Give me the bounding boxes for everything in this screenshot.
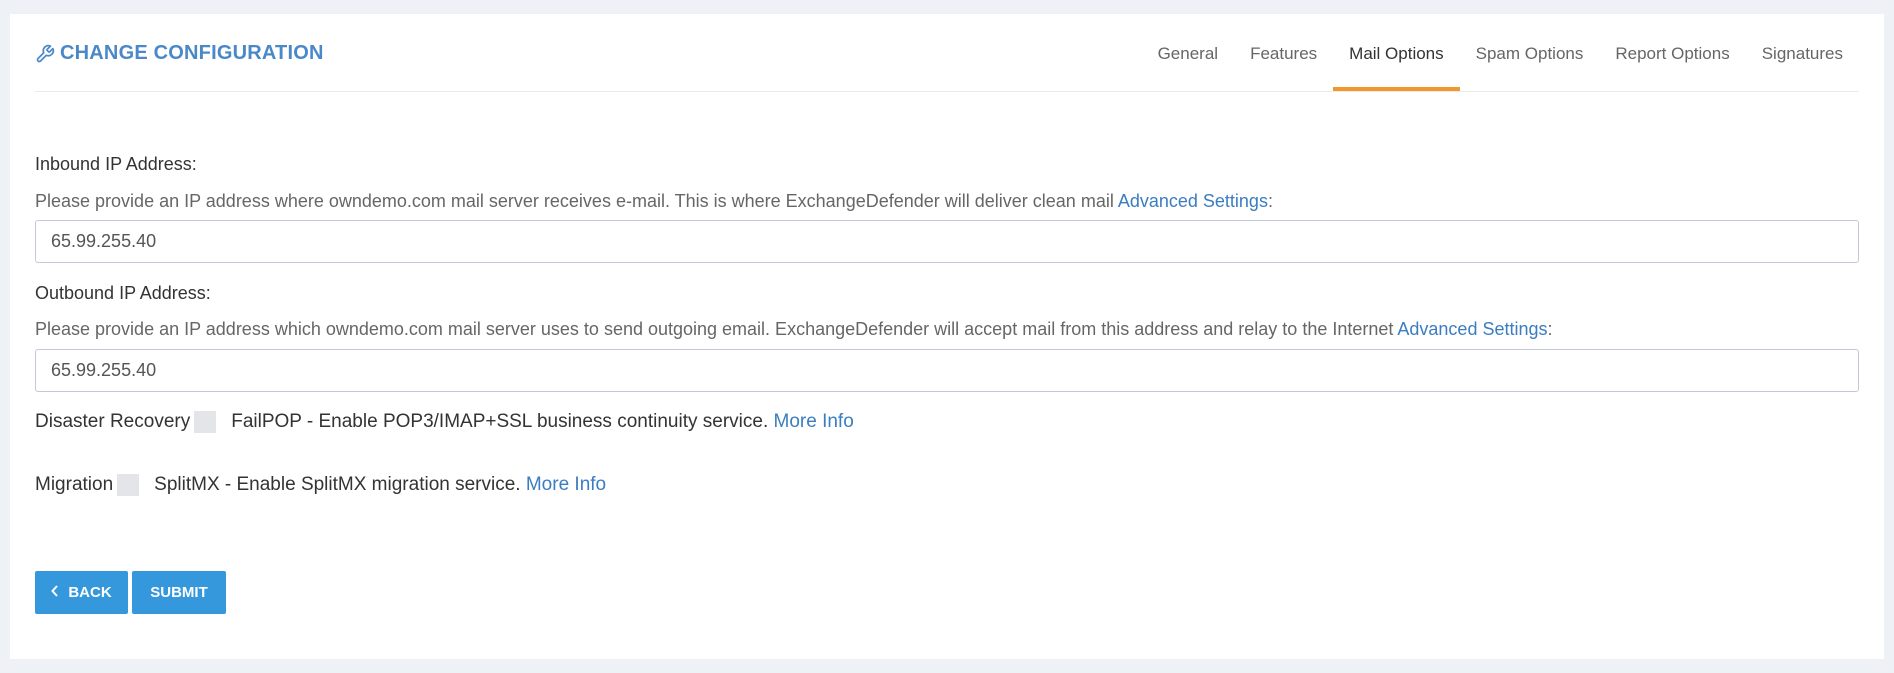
outbound-ip-help-text: Please provide an IP address which ownde… <box>35 319 1398 339</box>
back-button-label: BACK <box>68 584 112 601</box>
tab-mail-options[interactable]: Mail Options <box>1333 14 1460 91</box>
outbound-ip-label: Outbound IP Address: <box>35 283 211 303</box>
tab-report-options[interactable]: Report Options <box>1599 14 1745 91</box>
migration-row: Migration SplitMX - Enable SplitMX migra… <box>35 474 606 496</box>
disaster-recovery-description: FailPOP - Enable POP3/IMAP+SSL business … <box>231 411 769 432</box>
inbound-ip-help-text: Please provide an IP address where ownde… <box>35 191 1118 211</box>
tab-signatures[interactable]: Signatures <box>1746 14 1859 91</box>
tab-spam-options[interactable]: Spam Options <box>1460 14 1600 91</box>
disaster-recovery-label: Disaster Recovery <box>35 411 191 432</box>
disaster-recovery-more-info-link[interactable]: More Info <box>774 411 854 433</box>
submit-button-label: SUBMIT <box>150 584 208 601</box>
tab-features[interactable]: Features <box>1234 14 1333 91</box>
wrench-icon <box>36 44 55 62</box>
inbound-help-suffix: : <box>1267 191 1273 211</box>
outbound-advanced-settings-link[interactable]: Advanced Settings <box>1397 319 1547 339</box>
tab-bar: General Features Mail Options Spam Optio… <box>1142 14 1859 91</box>
inbound-advanced-settings-link[interactable]: Advanced Settings <box>1118 191 1268 211</box>
migration-label: Migration <box>35 474 114 495</box>
submit-button[interactable]: SUBMIT <box>132 571 226 614</box>
page-title-text: CHANGE CONFIGURATION <box>60 42 324 64</box>
migration-checkbox[interactable] <box>117 474 140 496</box>
inbound-ip-input[interactable] <box>35 220 1859 263</box>
outbound-help-suffix: : <box>1547 319 1553 339</box>
outbound-ip-input[interactable] <box>35 349 1859 392</box>
chevron-left-icon <box>51 584 59 601</box>
inbound-ip-label: Inbound IP Address: <box>35 154 197 174</box>
disaster-recovery-checkbox[interactable] <box>194 411 217 433</box>
config-panel: CHANGE CONFIGURATION General Features Ma… <box>10 14 1884 659</box>
outbound-ip-help: Please provide an IP address which ownde… <box>35 319 1553 340</box>
panel-header: CHANGE CONFIGURATION General Features Ma… <box>35 14 1859 92</box>
back-button[interactable]: BACK <box>35 571 128 614</box>
form-actions: BACK SUBMIT <box>35 571 226 614</box>
tab-general[interactable]: General <box>1142 14 1234 91</box>
migration-description: SplitMX - Enable SplitMX migration servi… <box>154 474 521 495</box>
migration-more-info-link[interactable]: More Info <box>526 474 606 496</box>
page-title: CHANGE CONFIGURATION <box>35 42 324 65</box>
disaster-recovery-row: Disaster Recovery FailPOP - Enable POP3/… <box>35 411 854 433</box>
inbound-ip-help: Please provide an IP address where ownde… <box>35 191 1273 212</box>
